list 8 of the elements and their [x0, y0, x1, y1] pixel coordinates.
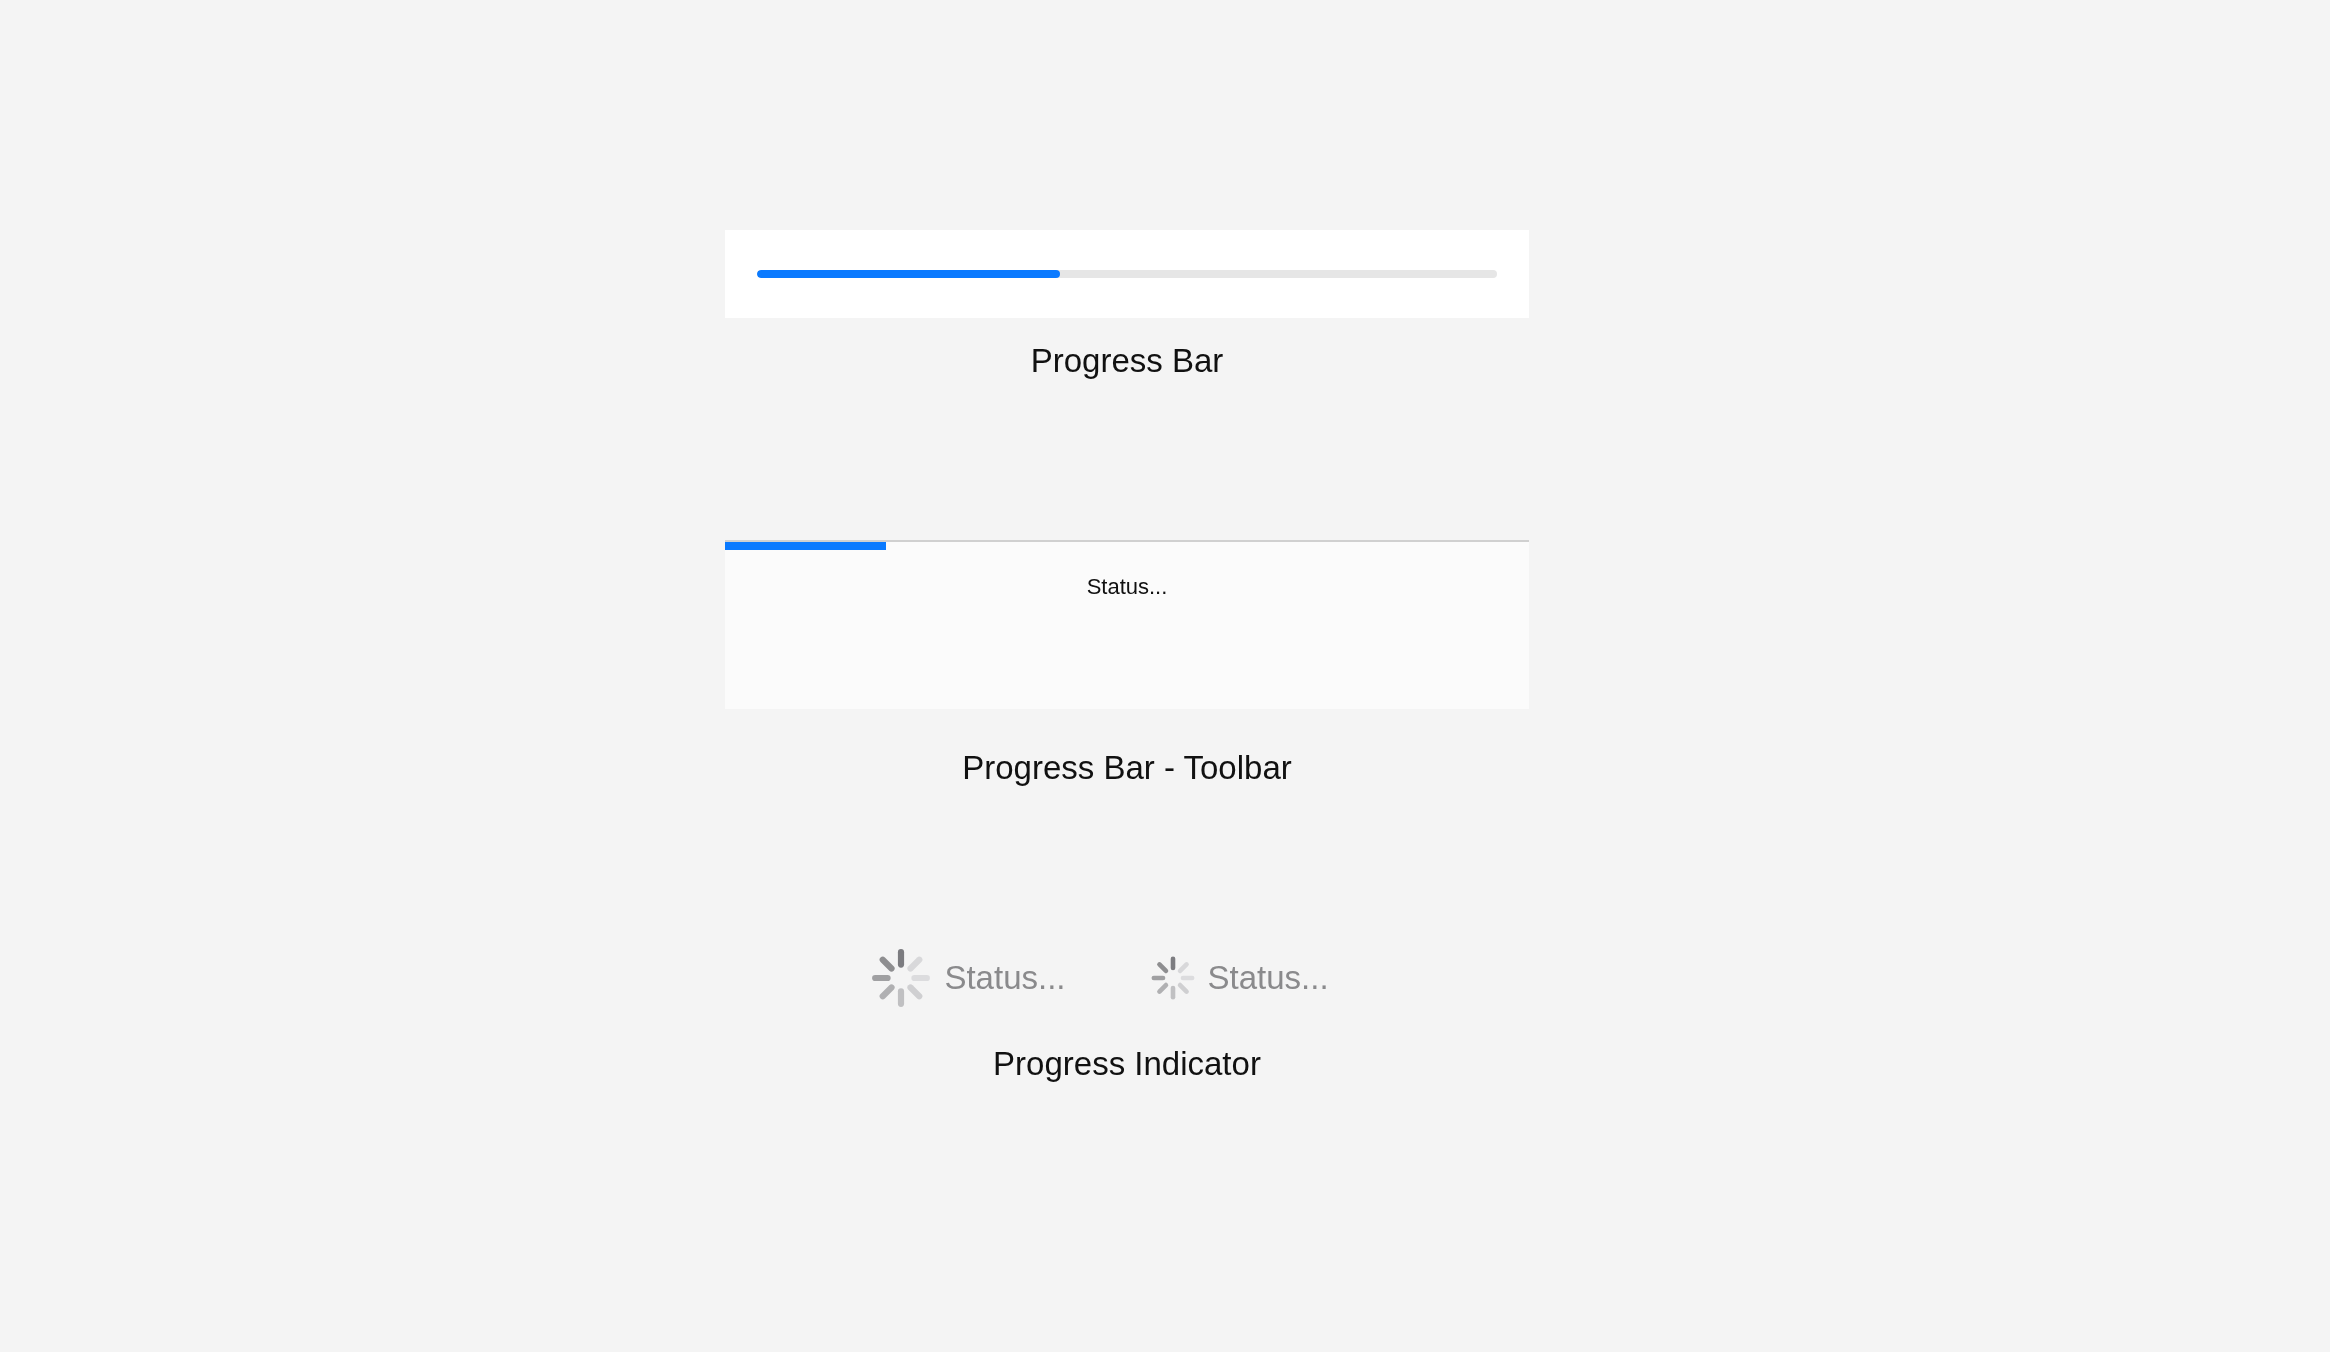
status-text: Status... [944, 959, 1066, 997]
spinner-icon [870, 947, 933, 1009]
section-title: Progress Indicator [993, 1045, 1261, 1083]
status-text: Status... [1086, 574, 1168, 600]
section-title: Progress Bar - Toolbar [962, 749, 1292, 787]
section-title: Progress Bar [1030, 342, 1224, 380]
spinner-icon [1149, 955, 1196, 1001]
status-text: Status... [1207, 959, 1329, 997]
